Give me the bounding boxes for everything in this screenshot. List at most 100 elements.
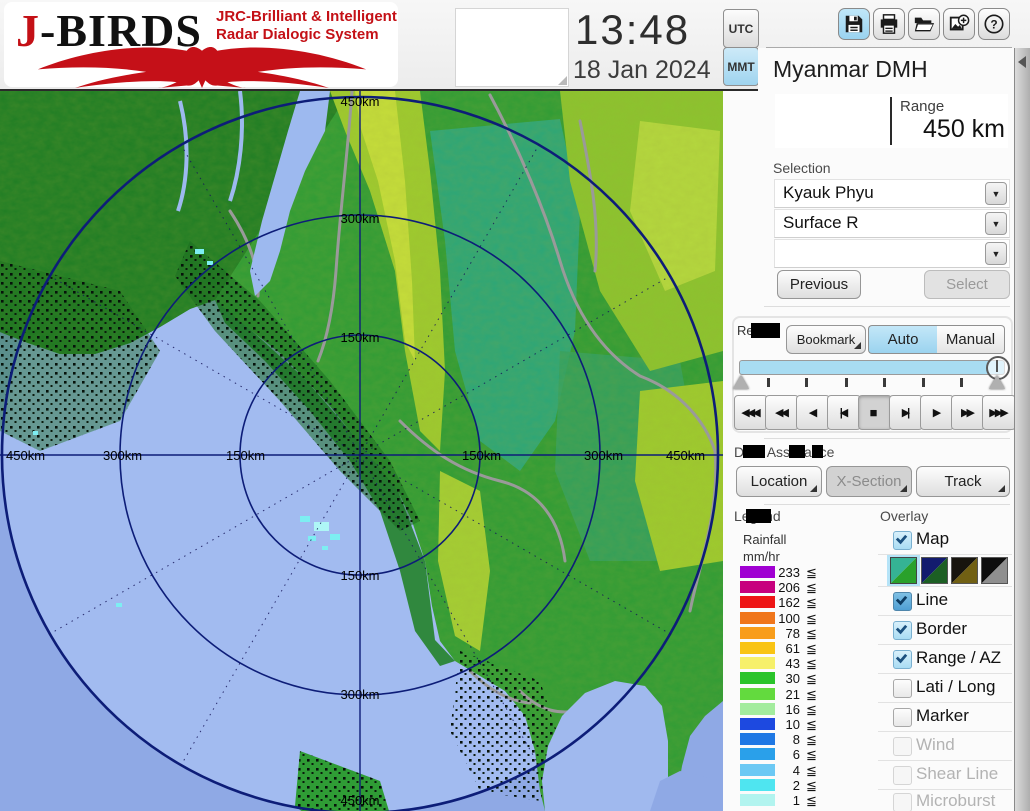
timeline-tick xyxy=(767,378,770,387)
map-style-swatch-3[interactable] xyxy=(951,557,978,584)
legend-value: 43 xyxy=(762,656,800,671)
divider xyxy=(878,673,1012,674)
add-image-icon xyxy=(948,13,970,35)
checkbox-marker[interactable] xyxy=(893,708,912,727)
chevron-down-icon[interactable]: ▼ xyxy=(985,242,1007,265)
map-style-swatch-1[interactable] xyxy=(890,557,917,584)
ring-label: 150km xyxy=(462,448,501,463)
bookmark-button[interactable]: Bookmark xyxy=(786,325,866,354)
check-icon xyxy=(894,622,909,637)
site-dropdown-value: Kyauk Phyu xyxy=(783,183,874,203)
fast-forward-2x-button[interactable]: ▶▶ xyxy=(951,395,985,430)
overlay-item-shear-line: Shear Line xyxy=(916,764,998,784)
open-folder-icon xyxy=(913,13,935,35)
step-back-button[interactable]: |◀ xyxy=(827,395,861,430)
x-section-button[interactable]: X-Section xyxy=(826,466,912,497)
overlay-item-lati-long[interactable]: Lati / Long xyxy=(916,677,995,697)
checkbox-border[interactable] xyxy=(893,621,912,640)
timeline-start-marker[interactable] xyxy=(733,375,749,389)
divider xyxy=(764,306,1010,307)
divider xyxy=(878,731,1012,732)
legend-value: 30 xyxy=(762,671,800,686)
map-style-swatch-2[interactable] xyxy=(921,557,948,584)
ring-label: 450km xyxy=(340,94,379,109)
jbirds-application-window: J-BIRDS JRC-Brilliant & Intelligent Rada… xyxy=(0,0,1030,811)
mmt-button[interactable]: MMT xyxy=(723,47,759,86)
check-icon xyxy=(894,593,909,608)
extra-dropdown[interactable]: ▼ xyxy=(774,239,1010,268)
legend-suffix: ≦ xyxy=(806,611,817,627)
fast-rewind-2x-button[interactable]: ◀◀ xyxy=(765,395,799,430)
legend-value: 21 xyxy=(762,687,800,702)
location-button[interactable]: Location xyxy=(736,466,822,497)
ring-label: 450km xyxy=(6,448,45,463)
map-style-swatch-4[interactable] xyxy=(981,557,1008,584)
range-divider xyxy=(890,97,892,145)
utc-button[interactable]: UTC xyxy=(723,9,759,48)
legend-suffix: ≦ xyxy=(806,595,817,611)
play-reverse-button[interactable]: ◀ xyxy=(796,395,830,430)
checkbox-lati-long[interactable] xyxy=(893,679,912,698)
clock-time: 13:48 xyxy=(575,6,690,54)
legend-unit: mm/hr xyxy=(743,549,780,564)
select-button[interactable]: Select xyxy=(924,270,1010,299)
chevron-down-icon[interactable]: ▼ xyxy=(985,212,1007,235)
help-button[interactable]: ? xyxy=(978,8,1010,40)
radar-map[interactable]: 450km 300km 150km 150km 300km 450km 450k… xyxy=(0,91,723,811)
auto-button[interactable]: Auto xyxy=(868,325,938,354)
legend-suffix: ≦ xyxy=(806,626,817,642)
save-button[interactable] xyxy=(838,8,870,40)
legend-suffix: ≦ xyxy=(806,656,817,672)
fast-rewind-3x-button[interactable]: ◀◀◀ xyxy=(734,395,768,430)
legend-value: 162 xyxy=(762,595,800,610)
manual-button[interactable]: Manual xyxy=(937,325,1005,354)
product-dropdown[interactable]: Surface R ▼ xyxy=(774,209,1010,238)
replay-timeline-track[interactable] xyxy=(739,360,1005,375)
legend-value: 16 xyxy=(762,702,800,717)
timeline-end-marker[interactable] xyxy=(989,375,1005,389)
play-button[interactable]: ▶ xyxy=(920,395,954,430)
overlay-item-wind: Wind xyxy=(916,735,955,755)
track-button[interactable]: Track xyxy=(916,466,1010,497)
legend-suffix: ≦ xyxy=(806,565,817,581)
fast-forward-3x-button[interactable]: ▶▶▶ xyxy=(982,395,1016,430)
add-image-button[interactable] xyxy=(943,8,975,40)
open-folder-button[interactable] xyxy=(908,8,940,40)
text-selection-artifact xyxy=(789,445,805,458)
checkbox-wind xyxy=(893,737,912,756)
text-selection-artifact xyxy=(743,445,765,458)
checkbox-map[interactable] xyxy=(893,531,912,550)
legend-value: 233 xyxy=(762,565,800,580)
legend-suffix: ≦ xyxy=(806,778,817,794)
selection-label: Selection xyxy=(773,160,831,176)
divider xyxy=(878,554,1012,555)
site-dropdown[interactable]: Kyauk Phyu ▼ xyxy=(774,179,1010,208)
overlay-item-map[interactable]: Map xyxy=(916,529,949,549)
eagle-logo xyxy=(10,44,394,88)
overlay-item-marker[interactable]: Marker xyxy=(916,706,969,726)
print-button[interactable] xyxy=(873,8,905,40)
stop-button[interactable]: ■ xyxy=(858,395,892,430)
previous-button[interactable]: Previous xyxy=(777,270,861,299)
step-forward-button[interactable]: ▶| xyxy=(889,395,923,430)
clock-date: 18 Jan 2024 xyxy=(573,56,711,85)
legend-suffix: ≦ xyxy=(806,763,817,779)
overlay-item-border[interactable]: Border xyxy=(916,619,967,639)
legend-title: Rainfall xyxy=(743,532,786,547)
station-logo-box xyxy=(455,8,569,87)
resize-grip[interactable] xyxy=(558,76,567,85)
timeline-tick xyxy=(960,378,963,387)
text-selection-artifact xyxy=(751,323,780,338)
overlay-item-line[interactable]: Line xyxy=(916,590,948,610)
legend-value: 1 xyxy=(762,793,800,808)
ring-label: 300km xyxy=(340,687,379,702)
panel-collapse-strip[interactable] xyxy=(1014,48,1030,811)
divider xyxy=(764,504,1010,505)
legend-value: 78 xyxy=(762,626,800,641)
overlay-item-range-az[interactable]: Range / AZ xyxy=(916,648,1001,668)
chevron-down-icon[interactable]: ▼ xyxy=(985,182,1007,205)
checkbox-line[interactable] xyxy=(893,592,912,611)
collapse-arrow-icon xyxy=(1018,56,1026,68)
legend-suffix: ≦ xyxy=(806,687,817,703)
checkbox-range-az[interactable] xyxy=(893,650,912,669)
